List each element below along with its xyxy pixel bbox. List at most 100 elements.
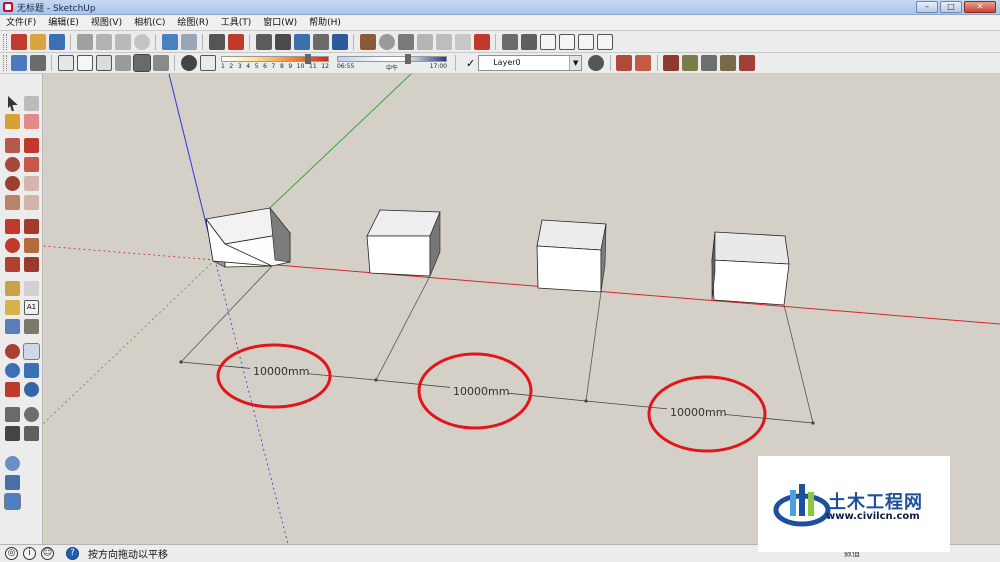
new-file-icon[interactable] [10, 33, 27, 50]
save-icon[interactable] [48, 33, 65, 50]
share-model-icon[interactable] [739, 55, 756, 71]
undo-icon[interactable] [161, 33, 178, 50]
model-info-icon[interactable] [227, 33, 244, 50]
follow-me-tool-icon[interactable] [24, 238, 39, 253]
select-arrow-icon[interactable] [8, 96, 18, 111]
menu-view[interactable]: 视图(V) [85, 15, 128, 31]
sandbox-from-scratch-icon[interactable] [635, 55, 652, 71]
toolbar-grip[interactable] [3, 55, 7, 71]
photo-match-icon[interactable] [5, 475, 20, 490]
section-plane-tool-icon[interactable] [24, 426, 39, 441]
orbit-icon[interactable] [5, 344, 20, 359]
box-2[interactable] [366, 209, 441, 277]
photo-texture-icon[interactable] [663, 55, 680, 71]
dimension-label-3[interactable]: 10000mm [670, 406, 726, 419]
box-1[interactable] [205, 207, 291, 268]
group-icon[interactable] [29, 55, 46, 71]
xray-icon[interactable] [57, 55, 74, 71]
drape-icon[interactable] [435, 33, 452, 50]
add-detail-icon[interactable] [454, 33, 471, 50]
print-icon[interactable] [208, 33, 225, 50]
sandbox-icon[interactable] [378, 33, 395, 50]
shaded-icon[interactable] [114, 55, 131, 71]
toolbar-grip[interactable] [3, 33, 7, 50]
shadow-month-slider[interactable]: 1 2 3 4 5 6 7 8 9 10 11 12 [221, 54, 329, 72]
open-folder-icon[interactable] [29, 33, 46, 50]
box-4[interactable] [711, 231, 790, 306]
menu-draw[interactable]: 绘图(R) [171, 15, 214, 31]
menu-edit[interactable]: 编辑(E) [42, 15, 85, 31]
3d-text-icon[interactable] [24, 319, 39, 334]
arc-icon[interactable] [24, 176, 39, 191]
dimension-icon[interactable] [24, 281, 39, 296]
rectangle-icon[interactable] [5, 138, 20, 153]
terrain-toggle-icon[interactable] [701, 55, 718, 71]
offset-icon[interactable] [24, 257, 39, 272]
help-icon[interactable]: ? [66, 547, 79, 560]
follow-me-icon[interactable] [24, 195, 39, 210]
flip-edge-icon[interactable] [473, 33, 490, 50]
iso-view-icon[interactable] [501, 33, 518, 50]
redo-icon[interactable] [180, 33, 197, 50]
layer-dropdown[interactable]: Layer0 ▼ [478, 55, 583, 71]
location-icon[interactable] [682, 55, 699, 71]
copy-icon[interactable] [95, 33, 112, 50]
pan-hand-icon[interactable] [23, 343, 40, 360]
move-icon[interactable] [5, 219, 20, 234]
cut-icon[interactable] [76, 33, 93, 50]
position-camera-icon[interactable] [5, 407, 20, 422]
minimize-button[interactable]: – [916, 1, 938, 13]
section-plane-icon[interactable] [331, 33, 348, 50]
section-fill-icon[interactable] [312, 33, 329, 50]
maximize-button[interactable]: □ [940, 1, 962, 13]
back-view-icon[interactable] [577, 33, 594, 50]
eraser-icon[interactable] [24, 114, 39, 129]
menu-camera[interactable]: 相机(C) [128, 15, 171, 31]
chevron-down-icon[interactable]: ▼ [569, 56, 582, 70]
geo-location-icon[interactable] [5, 456, 20, 471]
zoom-extents-icon[interactable] [5, 382, 20, 397]
menu-help[interactable]: 帮助(H) [303, 15, 347, 31]
smoove-icon[interactable] [397, 33, 414, 50]
axes-icon[interactable] [5, 319, 20, 334]
zoom-window-icon[interactable] [24, 363, 39, 378]
paint-bucket-icon[interactable] [5, 114, 20, 129]
paste-icon[interactable] [114, 33, 131, 50]
walk-icon[interactable] [5, 426, 20, 441]
top-view-icon[interactable] [520, 33, 537, 50]
menu-window[interactable]: 窗口(W) [257, 15, 303, 31]
make-component-icon[interactable] [24, 96, 39, 111]
push-pull-tool-icon[interactable] [24, 219, 39, 234]
preview-model-icon[interactable] [720, 55, 737, 71]
dimension-label-2[interactable]: 10000mm [453, 385, 509, 398]
warehouse-icon[interactable] [359, 33, 376, 50]
toggle-terrain-icon[interactable] [4, 493, 21, 510]
rotate-icon[interactable] [5, 238, 20, 253]
wireframe-icon[interactable] [76, 55, 93, 71]
fog-icon[interactable] [199, 55, 216, 71]
shadows-toggle-icon[interactable] [180, 55, 197, 71]
tape-measure-icon[interactable] [5, 281, 20, 296]
freehand-icon[interactable] [24, 157, 39, 172]
box-3[interactable] [536, 219, 607, 293]
scale-icon[interactable] [5, 257, 20, 272]
sandbox-from-contours-icon[interactable] [616, 55, 633, 71]
push-pull-icon[interactable] [5, 195, 20, 210]
shadow-time-slider[interactable]: 06:55 中午 17:00 [337, 54, 447, 72]
layer-manager-icon[interactable] [588, 55, 605, 71]
close-button[interactable]: ✕ [964, 1, 996, 13]
erase-icon[interactable] [133, 33, 150, 50]
circle-icon[interactable] [5, 157, 20, 172]
protractor-icon[interactable] [5, 300, 20, 315]
previous-view-icon[interactable] [24, 382, 39, 397]
stamp-icon[interactable] [416, 33, 433, 50]
line-pencil-icon[interactable] [24, 138, 39, 153]
shaded-textures-icon[interactable] [132, 54, 151, 72]
right-view-icon[interactable] [558, 33, 575, 50]
info-status-icon[interactable]: i [23, 547, 36, 560]
component-icon[interactable] [10, 55, 27, 71]
zoom-icon[interactable] [5, 363, 20, 378]
look-around-icon[interactable] [24, 407, 39, 422]
geo-location-status-icon[interactable]: ◎ [5, 547, 18, 560]
dimension-label-1[interactable]: 10000mm [253, 365, 309, 378]
